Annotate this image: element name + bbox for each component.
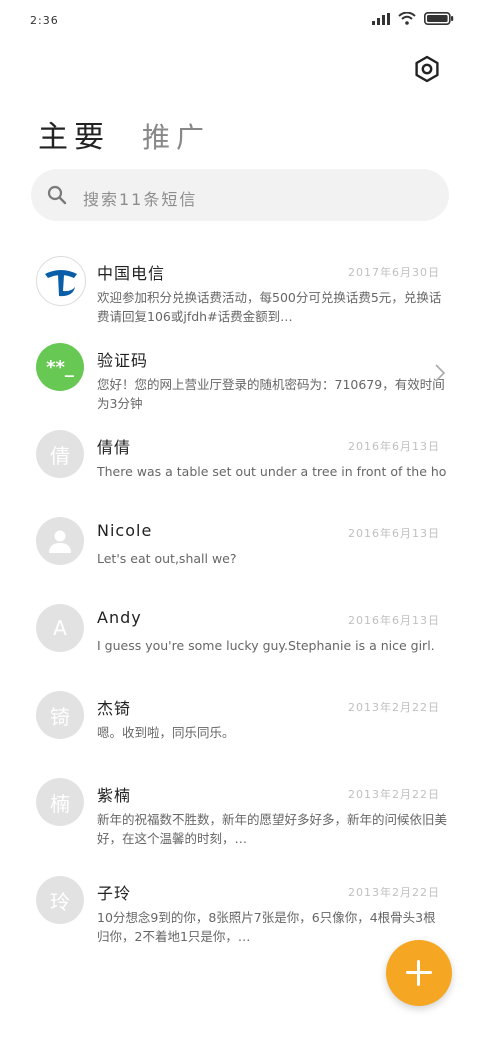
telecom-logo-icon [45, 270, 77, 297]
plus-icon-vertical [417, 960, 420, 986]
message-row[interactable]: **_ 验证码 您好！您的网上营业厅登录的随机密码为：710679，有效时间为3… [0, 333, 480, 420]
person-icon [49, 530, 71, 553]
tab-main[interactable]: 主要 [38, 112, 110, 156]
contact-name: Nicole [97, 521, 153, 540]
message-row[interactable]: 倩 倩倩 2016年6月13日 There was a table set ou… [0, 420, 480, 507]
message-date: 2017年6月30日 [348, 266, 440, 279]
message-row[interactable]: 锜 杰锜 2013年2月22日 嗯。收到啦，同乐同乐。 [0, 681, 480, 768]
message-row[interactable]: Nicole 2016年6月13日 Let's eat out,shall we… [0, 507, 480, 594]
battery-icon [424, 12, 454, 25]
avatar [36, 517, 84, 565]
message-preview: 您好！您的网上营业厅登录的随机密码为：710679，有效时间为3分钟 [97, 377, 445, 411]
wifi-icon [398, 12, 416, 25]
message-preview: There was a table set out under a tree i… [97, 464, 447, 479]
avatar-verify: **_ [36, 343, 84, 391]
message-row[interactable]: 楠 紫楠 2013年2月22日 新年的祝福数不胜数，新年的愿望好多好多，新年的问… [0, 768, 480, 866]
contact-name: 验证码 [97, 351, 149, 370]
message-date: 2013年2月22日 [348, 886, 440, 899]
avatar-telecom [36, 256, 86, 306]
message-row[interactable]: 玲 子玲 2013年2月22日 10分想念9到的你，8张照片7张是你，6只像你，… [0, 866, 480, 953]
new-message-button[interactable] [386, 940, 452, 1006]
avatar: A [36, 604, 84, 652]
search-icon [47, 185, 67, 205]
avatar: 楠 [36, 778, 84, 826]
message-preview: 欢迎参加积分兑换话费活动，每500分可兑换话费5元，兑换话费请回复106或jfd… [97, 290, 442, 324]
contact-name: 子玲 [97, 884, 132, 903]
message-date: 2016年6月13日 [348, 527, 440, 540]
contact-name: 倩倩 [97, 438, 132, 457]
message-list: 中国电信 2017年6月30日 欢迎参加积分兑换话费活动，每500分可兑换话费5… [0, 246, 480, 953]
message-date: 2016年6月13日 [348, 614, 440, 627]
message-date: 2013年2月22日 [348, 701, 440, 714]
message-row[interactable]: A Andy 2016年6月13日 I guess you're some lu… [0, 594, 480, 681]
contact-name: Andy [97, 608, 142, 627]
contact-name: 杰锜 [97, 699, 132, 718]
status-bar: 2:36 [0, 0, 480, 40]
chevron-right-icon [435, 364, 446, 382]
settings-button[interactable] [412, 54, 442, 84]
message-preview: Let's eat out,shall we? [97, 551, 237, 566]
tab-promo[interactable]: 推广 [142, 116, 210, 156]
signal-icon [372, 12, 390, 25]
tab-bar: 主要 推广 [38, 112, 210, 156]
message-date: 2016年6月13日 [348, 440, 440, 453]
avatar: 锜 [36, 691, 84, 739]
settings-icon [415, 55, 439, 83]
contact-name: 中国电信 [97, 264, 166, 283]
search-input[interactable]: 搜索11条短信 [31, 169, 449, 221]
message-row[interactable]: 中国电信 2017年6月30日 欢迎参加积分兑换话费活动，每500分可兑换话费5… [0, 246, 480, 333]
avatar: 玲 [36, 876, 84, 924]
contact-name: 紫楠 [97, 786, 132, 805]
message-preview: I guess you're some lucky guy.Stephanie … [97, 638, 435, 653]
message-date: 2013年2月22日 [348, 788, 440, 801]
status-time: 2:36 [30, 14, 59, 27]
avatar: 倩 [36, 430, 84, 478]
search-placeholder: 搜索11条短信 [83, 190, 198, 209]
message-preview: 新年的祝福数不胜数，新年的愿望好多好多，新年的问候依旧美好，在这个温馨的时刻，… [97, 812, 447, 846]
message-preview: 嗯。收到啦，同乐同乐。 [97, 725, 235, 740]
message-preview: 10分想念9到的你，8张照片7张是你，6只像你，4根骨头3根归你，2不着地1只是… [97, 910, 436, 944]
